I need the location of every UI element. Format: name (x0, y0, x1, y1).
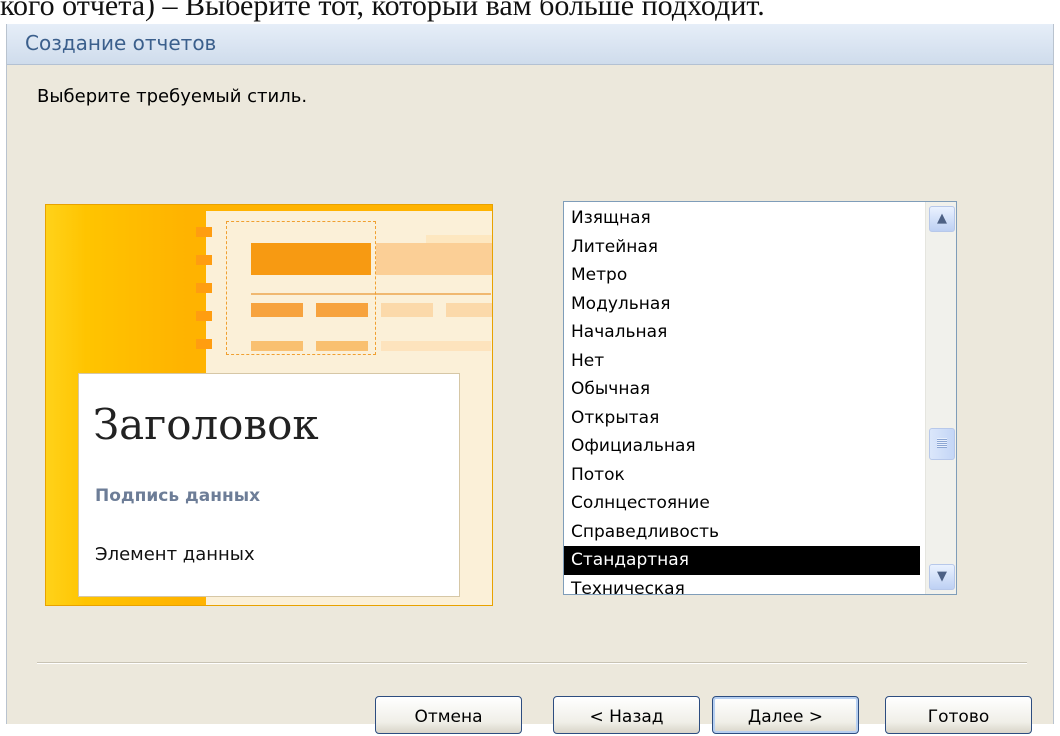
style-item[interactable]: Начальная (564, 318, 920, 347)
scroll-thumb[interactable] (929, 428, 955, 460)
preview-header-bar (376, 243, 492, 275)
preview-cell (381, 341, 491, 351)
style-item[interactable]: Модульная (564, 290, 920, 319)
dialog-title: Создание отчетов (25, 31, 217, 55)
preview-heading: Заголовок (93, 400, 319, 449)
style-item[interactable]: Солнцестояние (564, 489, 920, 518)
binder-ring-icon (196, 227, 212, 237)
listbox-scrollbar[interactable]: ▲ ▼ (925, 202, 956, 594)
report-wizard-dialog: Создание отчетов Выберите требуемый стил… (6, 24, 1054, 734)
back-button[interactable]: < Назад (553, 696, 700, 734)
style-item[interactable]: Открытая (564, 404, 920, 433)
preview-element: Элемент данных (95, 544, 255, 565)
style-listbox[interactable]: Изящная Литейная Метро Модульная Начальн… (563, 201, 957, 595)
binder-ring-icon (196, 339, 212, 349)
cancel-button[interactable]: Отмена (375, 696, 522, 734)
style-item[interactable]: Обычная (564, 375, 920, 404)
next-button[interactable]: Далее > (712, 696, 859, 734)
style-item[interactable]: Техническая (564, 575, 920, 595)
dialog-titlebar: Создание отчетов (7, 24, 1053, 65)
preview-caption: Подпись данных (95, 486, 261, 506)
style-item[interactable]: Изящная (564, 204, 920, 233)
preview-cell (381, 303, 433, 317)
binder-ring-icon (196, 283, 212, 293)
style-item[interactable]: Литейная (564, 233, 920, 262)
scroll-up-icon[interactable]: ▲ (929, 206, 955, 232)
style-item[interactable]: Метро (564, 261, 920, 290)
style-item[interactable]: Справедливость (564, 518, 920, 547)
button-separator (37, 662, 1027, 664)
finish-button[interactable]: Готово (885, 696, 1032, 734)
preview-dashed-frame (226, 221, 376, 355)
style-item[interactable]: Официальная (564, 432, 920, 461)
preview-card: Заголовок Подпись данных Элемент данных (78, 373, 460, 597)
style-item-selected[interactable]: Стандартная (564, 546, 920, 575)
style-item[interactable]: Поток (564, 461, 920, 490)
document-text: кого отчета) – Выберите тот, который вам… (0, 0, 765, 22)
preview-cell (446, 303, 492, 317)
binder-ring-icon (196, 311, 212, 321)
style-item[interactable]: Нет (564, 347, 920, 376)
style-prompt: Выберите требуемый стиль. (37, 86, 308, 107)
binder-ring-icon (196, 255, 212, 265)
scroll-down-icon[interactable]: ▼ (929, 564, 955, 590)
style-preview: Заголовок Подпись данных Элемент данных (45, 204, 493, 606)
